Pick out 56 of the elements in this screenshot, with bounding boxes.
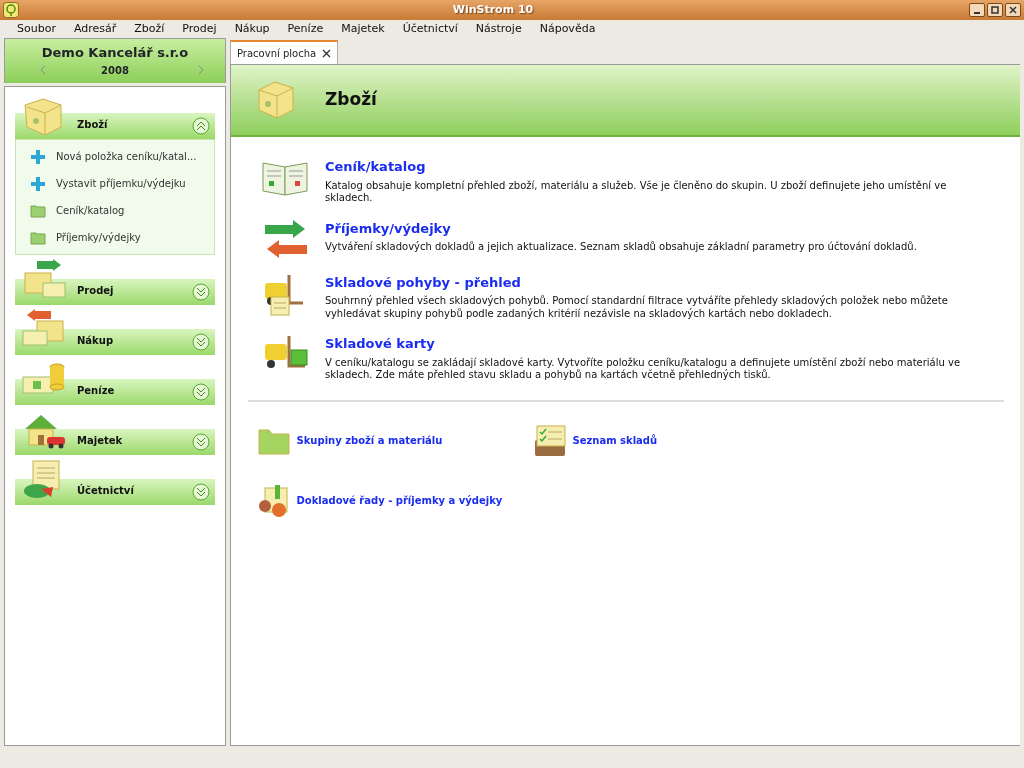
maximize-button[interactable] (987, 3, 1003, 17)
collapse-icon (192, 117, 210, 135)
entry-link[interactable]: Příjemky/výdejky (325, 218, 451, 238)
chevron-left-icon (39, 65, 47, 75)
sidebar-item[interactable]: Nová položka ceníku/katal... (16, 143, 214, 170)
minimize-button[interactable] (969, 3, 985, 17)
menu-item[interactable]: Nástroje (466, 20, 531, 38)
menu-item[interactable]: Prodej (173, 20, 226, 38)
sidebar-item[interactable]: Ceník/katalog (16, 197, 214, 224)
expand-icon (192, 283, 210, 301)
section-header[interactable]: Nákup (15, 309, 215, 355)
menu-item[interactable]: Majetek (332, 20, 394, 38)
entry-description: Souhrnný přehled všech skladových pohybů. Pomocí standardní filtrace vytváříte přehledy skladových položek nebo můžete vyhledávat skupiny pohybů podle zadaných kritérií nezávisle na skladových kartách nebo dokladech. (325, 295, 949, 320)
section-header[interactable]: Prodej (15, 259, 215, 305)
entry-link[interactable]: Skladové pohyby - přehled (325, 272, 521, 292)
company-name: Demo Kancelář s.r.o (40, 44, 190, 62)
close-icon (322, 48, 332, 58)
quick-link[interactable]: Seznam skladů (572, 433, 658, 448)
chevron-right-icon (197, 65, 205, 75)
expand-icon (192, 383, 210, 401)
menu-item[interactable]: Adresář (64, 20, 126, 38)
entry-description: Vytváření skladových dokladů a jejich aktualizace. Seznam skladů obsahuje základní parametry pro účtování dokladů. (325, 241, 917, 254)
section-header[interactable]: Účetnictví (15, 459, 215, 505)
entry-description: V ceníku/katalogu se zakládají skladové karty. Vytvoříte položku ceníku/katalogu a definujete umístění zboží nebo materiálu ve skladech. Zde máte přehled stavu skladu a pohybů na kartách včetně přehledných tisků. (325, 356, 962, 382)
close-icon (1007, 4, 1019, 16)
sidebar-item[interactable]: Vystavit příjemku/výdejku (16, 170, 214, 197)
tab[interactable]: Pracovní plocha (230, 40, 339, 64)
entry-link[interactable]: Skladové karty (325, 334, 435, 354)
expand-icon (192, 333, 210, 351)
close-button[interactable] (1005, 3, 1021, 17)
year-label: 2008 (101, 63, 129, 78)
window-title: WinStrom 10 (451, 1, 535, 18)
menu-item[interactable]: Nákup (225, 20, 279, 38)
menu-item[interactable]: Účetnictví (393, 20, 467, 38)
app-logo-icon (3, 1, 19, 18)
menu-item[interactable]: Soubor (8, 20, 65, 38)
menu-item[interactable]: Zboží (125, 20, 174, 38)
quick-link[interactable]: Skupiny zboží a materiálu (296, 433, 443, 448)
plus-icon (30, 148, 46, 165)
entry-link[interactable]: Ceník/katalog (325, 157, 426, 177)
folder-icon (30, 203, 46, 218)
quick-link[interactable]: Dokladové řady - příjemky a výdejky (296, 493, 503, 508)
expand-icon (192, 433, 210, 451)
checklist-icon (533, 423, 567, 458)
menu-item[interactable]: Nápověda (530, 20, 605, 38)
expand-icon (192, 483, 210, 501)
page-title: Zboží (325, 88, 377, 112)
sidebar-item[interactable]: Příjemky/výdejky (16, 224, 214, 251)
menu-item[interactable]: Peníze (278, 20, 333, 38)
entry-description: Katalog obsahuje kompletní přehled zboží, materiálu a služeb. Vše je členěno do skupin. U zboží definujete jeho umístění ve skladech. (325, 179, 948, 205)
box-money-icon (21, 259, 67, 301)
numbered-list-icon (257, 483, 291, 518)
maximize-icon (989, 4, 1001, 16)
folder-icon (30, 230, 46, 245)
minimize-icon (974, 12, 980, 14)
plus-icon (30, 175, 46, 192)
